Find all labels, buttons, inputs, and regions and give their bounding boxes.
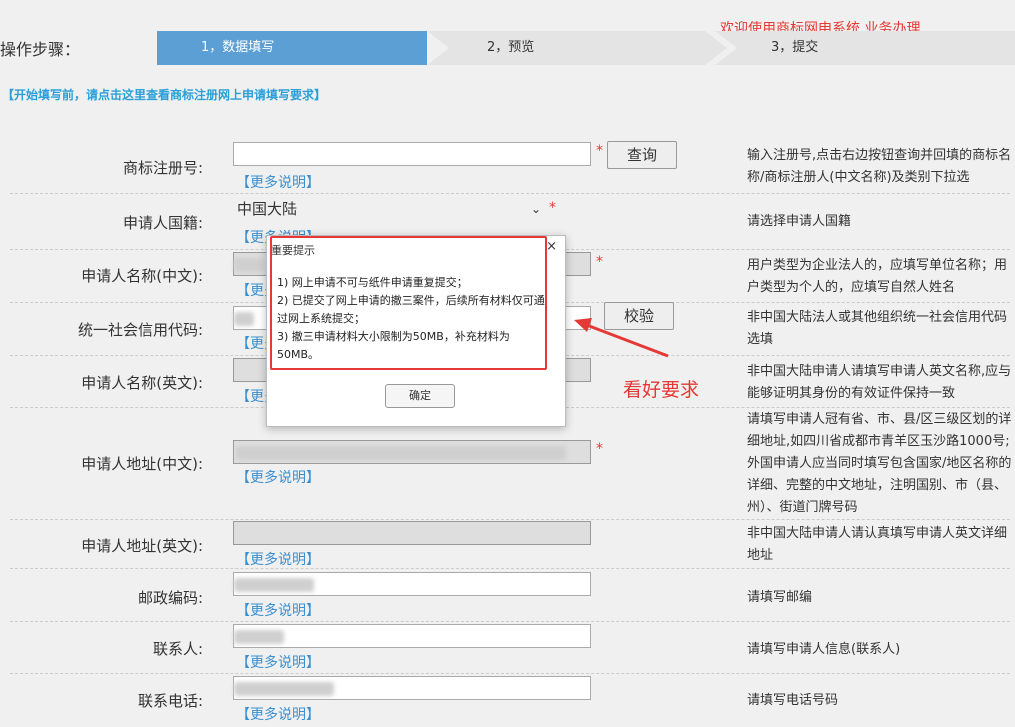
important-notice-dialog: 重要提示 × 1) 网上申请不可与纸件申请重复提交； 2) 已提交了网上申请的撤…: [266, 235, 566, 427]
more-info-link[interactable]: 【更多说明】: [236, 467, 320, 487]
redacted-value: [234, 312, 254, 326]
required-star: *: [549, 200, 556, 216]
name-cn-hint: 用户类型为企业法人的，应填写单位名称；用户类型为个人的，应填写自然人姓名: [747, 258, 1008, 295]
postcode-hint: 请填写邮编: [747, 590, 813, 605]
nationality-hint: 请选择申请人国籍: [747, 214, 852, 229]
more-info-link[interactable]: 【更多说明】: [236, 172, 320, 192]
postcode-input[interactable]: [233, 572, 591, 596]
required-star: *: [596, 254, 603, 270]
dialog-line: 3) 撤三申请材料大小限制为50MB，补充材料为50MB。: [277, 330, 510, 361]
reg-no-hint: 输入注册号,点击右边按钮查询并回填的商标名称/商标注册人(中文名称)及类别下拉选: [747, 148, 1012, 185]
close-icon[interactable]: ×: [546, 239, 557, 254]
phone-input[interactable]: [233, 676, 591, 700]
steps-label: 操作步骤：: [0, 40, 81, 59]
contact-input[interactable]: [233, 624, 591, 648]
name-en-hint: 非中国大陆申请人请填写申请人英文名称,应与能够证明其身份的有效证件保持一致: [747, 364, 1012, 401]
annotation-text: 看好要求: [623, 379, 700, 401]
addr-cn-input[interactable]: [233, 440, 591, 464]
phone-label: 联系电话:: [137, 692, 203, 710]
chevron-down-icon: ⌄: [530, 202, 541, 216]
step-data-entry: 1，数据填写: [157, 31, 427, 65]
phone-hint: 请填写电话号码: [747, 693, 839, 708]
row-divider: [10, 673, 1010, 674]
scrolling-notice: 欢迎使用商标网申系统 业务办理: [720, 21, 921, 31]
redacted-value: [236, 446, 566, 460]
ok-button[interactable]: 确定: [385, 384, 455, 408]
arrow-icon: [574, 318, 669, 358]
dialog-title: 重要提示: [271, 244, 315, 257]
addr-en-hint: 非中国大陆申请人请认真填写申请人英文详细地址: [747, 526, 1008, 563]
redacted-value: [234, 258, 264, 272]
contact-label: 联系人:: [152, 640, 203, 658]
more-info-link[interactable]: 【更多说明】: [236, 549, 320, 569]
row-divider: [10, 519, 1010, 520]
contact-hint: 请填写申请人信息(联系人): [747, 642, 901, 657]
dialog-body: 1) 网上申请不可与纸件申请重复提交； 2) 已提交了网上申请的撤三案件，后续所…: [277, 274, 547, 364]
more-info-link[interactable]: 【更多说明】: [236, 600, 320, 620]
redacted-value: [234, 630, 284, 644]
redacted-value: [234, 578, 314, 592]
reg-no-label: 商标注册号:: [122, 159, 203, 177]
addr-en-label: 申请人地址(英文):: [81, 537, 203, 555]
credit-code-hint: 非中国大陆法人或其他组织统一社会信用代码选填: [747, 310, 1008, 347]
step-preview: 2，预览: [427, 31, 727, 65]
query-button[interactable]: 查询: [607, 141, 677, 169]
addr-en-input[interactable]: [233, 521, 591, 545]
addr-cn-label: 申请人地址(中文):: [81, 455, 203, 473]
nationality-value: 中国大陆: [237, 200, 298, 218]
dialog-line: 2) 已提交了网上申请的撤三案件，后续所有材料仅可通过网上系统提交；: [277, 294, 545, 325]
redacted-value: [234, 682, 334, 696]
more-info-link[interactable]: 【更多说明】: [236, 652, 320, 672]
credit-code-label: 统一社会信用代码:: [77, 321, 203, 339]
name-cn-label: 申请人名称(中文):: [81, 267, 203, 285]
dialog-line: 1) 网上申请不可与纸件申请重复提交；: [277, 276, 468, 289]
step-submit: 3，提交: [715, 31, 1015, 65]
postcode-label: 邮政编码:: [137, 589, 203, 607]
addr-cn-hint: 请填写申请人冠有省、市、县/区三级区划的详细地址,如四川省成都市青羊区玉沙路10…: [747, 412, 1012, 515]
required-star: *: [596, 441, 603, 457]
nationality-select[interactable]: 中国大陆 ⌄: [233, 198, 545, 222]
reg-no-input[interactable]: [233, 142, 591, 166]
name-en-label: 申请人名称(英文):: [81, 374, 203, 392]
nationality-label: 申请人国籍:: [122, 214, 203, 232]
required-star: *: [596, 143, 603, 159]
row-divider: [10, 568, 1010, 569]
more-info-link[interactable]: 【更多说明】: [236, 704, 320, 724]
row-divider: [10, 193, 1010, 194]
filling-requirements-link[interactable]: 【开始填写前，请点击这里查看商标注册网上申请填写要求】: [2, 86, 326, 103]
row-divider: [10, 621, 1010, 622]
